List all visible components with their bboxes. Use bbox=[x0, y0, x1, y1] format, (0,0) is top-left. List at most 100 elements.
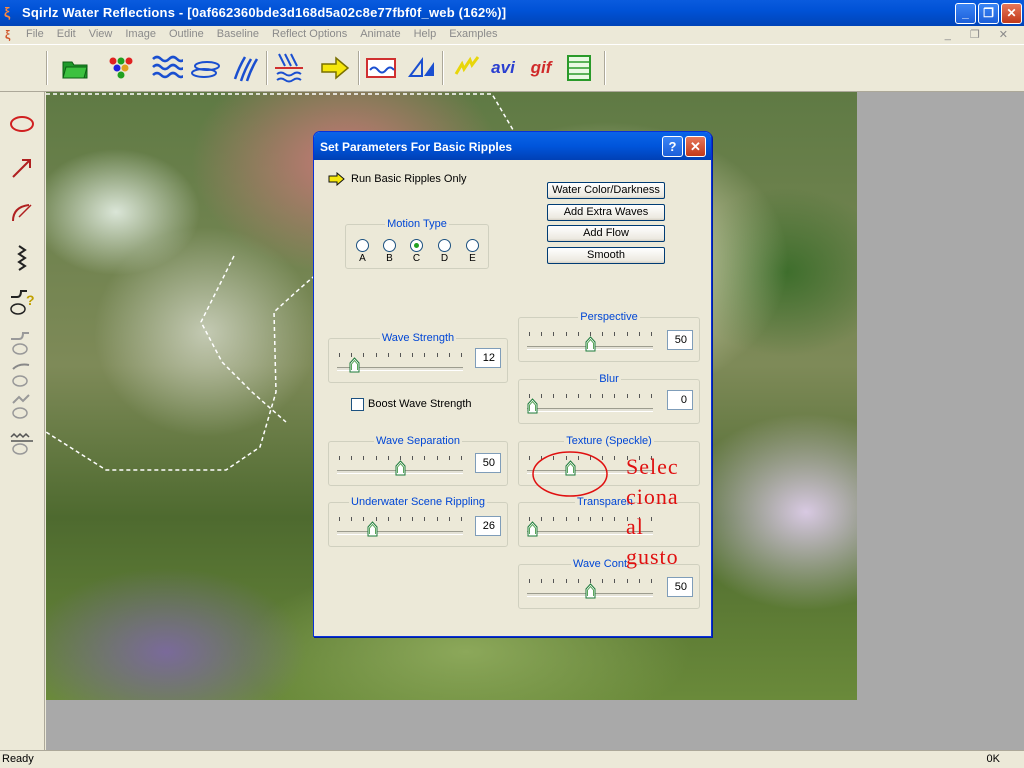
wave-strength-value[interactable]: 12 bbox=[475, 348, 501, 368]
perspective-group: Perspective 50 bbox=[518, 311, 700, 362]
perspective-value[interactable]: 50 bbox=[667, 330, 693, 350]
title-bar: ξ Sqirlz Water Reflections - [0af662360b… bbox=[0, 0, 1024, 26]
tool-7-icon[interactable] bbox=[6, 358, 38, 390]
motion-label-c: C bbox=[412, 253, 421, 264]
triangle-icon[interactable] bbox=[404, 51, 438, 85]
dialog-close-button[interactable]: ✕ bbox=[685, 136, 706, 157]
ellipse-tool-icon[interactable] bbox=[6, 108, 38, 140]
curve-tool-icon[interactable] bbox=[6, 196, 38, 228]
slider-tick bbox=[541, 394, 543, 398]
slider-tick bbox=[590, 394, 591, 398]
slider-tick bbox=[590, 517, 591, 521]
mdi-controls[interactable]: _ ❐ ✕ bbox=[945, 28, 1016, 41]
close-button[interactable]: ✕ bbox=[1001, 3, 1022, 24]
menu-edit[interactable]: Edit bbox=[57, 28, 76, 40]
slider-tick bbox=[529, 579, 530, 583]
wave-separation-label: Wave Separation bbox=[374, 435, 462, 447]
slider-tick bbox=[436, 353, 438, 357]
zigzag-tool-icon[interactable] bbox=[6, 242, 38, 274]
help-button[interactable]: ? bbox=[662, 136, 683, 157]
avi-icon[interactable]: avi bbox=[486, 51, 520, 85]
document-icon[interactable]: ξ bbox=[5, 28, 10, 42]
slider-tick bbox=[400, 353, 401, 357]
slider-tick bbox=[461, 456, 462, 460]
lines-icon[interactable] bbox=[228, 51, 262, 85]
slider-thumb[interactable] bbox=[527, 521, 538, 537]
slider-tick bbox=[553, 332, 555, 336]
motion-radio-a[interactable] bbox=[356, 239, 369, 252]
colors-icon[interactable] bbox=[104, 51, 138, 85]
add-flow-button[interactable]: Add Flow bbox=[547, 225, 665, 242]
underwater-rippling-value[interactable]: 26 bbox=[475, 516, 501, 536]
annotation-circle bbox=[532, 451, 608, 497]
toolbar-separator bbox=[604, 51, 606, 85]
motion-radio-c[interactable] bbox=[410, 239, 423, 252]
picture-icon[interactable] bbox=[364, 51, 398, 85]
menu-file[interactable]: File bbox=[26, 28, 44, 40]
menu-outline[interactable]: Outline bbox=[169, 28, 204, 40]
tool-8-icon[interactable] bbox=[6, 390, 38, 422]
boost-wave-strength-checkbox[interactable] bbox=[351, 398, 364, 411]
slider-tick bbox=[412, 353, 414, 357]
water-color-button[interactable]: Water Color/Darkness bbox=[547, 182, 665, 199]
toolbar-separator bbox=[442, 51, 444, 85]
slider-tick bbox=[351, 517, 353, 521]
restore-button[interactable]: ❐ bbox=[978, 3, 999, 24]
wave-separation-value[interactable]: 50 bbox=[475, 453, 501, 473]
slider-thumb[interactable] bbox=[395, 460, 406, 476]
slider-tick bbox=[461, 353, 462, 357]
slider-thumb[interactable] bbox=[367, 521, 378, 537]
slider-tick bbox=[651, 332, 652, 336]
menu-examples[interactable]: Examples bbox=[449, 28, 497, 40]
ripple-icon[interactable] bbox=[190, 51, 224, 85]
add-extra-waves-button[interactable]: Add Extra Waves bbox=[547, 204, 665, 221]
tool-9-icon[interactable] bbox=[6, 426, 38, 458]
slider-tick bbox=[339, 456, 340, 460]
arrow-icon[interactable] bbox=[318, 51, 352, 85]
texture-speckle-label: Texture (Speckle) bbox=[564, 435, 654, 447]
tool-palette: ? bbox=[0, 92, 45, 750]
menu-animate[interactable]: Animate bbox=[360, 28, 400, 40]
slider-thumb[interactable] bbox=[585, 336, 596, 352]
menu-image[interactable]: Image bbox=[125, 28, 156, 40]
menu-baseline[interactable]: Baseline bbox=[217, 28, 259, 40]
blur-value[interactable]: 0 bbox=[667, 390, 693, 410]
tool-6-icon[interactable] bbox=[6, 326, 38, 358]
motion-radio-d[interactable] bbox=[438, 239, 451, 252]
wave-cont-label: Wave Cont bbox=[571, 558, 630, 570]
menu-reflect-options[interactable]: Reflect Options bbox=[272, 28, 347, 40]
slider-track[interactable] bbox=[337, 531, 463, 535]
slider-tick bbox=[577, 332, 579, 336]
motion-type-label: Motion Type bbox=[385, 218, 449, 230]
slider-thumb[interactable] bbox=[585, 583, 596, 599]
open-folder-icon[interactable] bbox=[58, 51, 92, 85]
menu-view[interactable]: View bbox=[89, 28, 113, 40]
waves-icon[interactable] bbox=[150, 51, 184, 85]
wave-strength-group: Wave Strength 12 bbox=[328, 332, 508, 383]
status-bar: Ready 0K bbox=[0, 750, 1024, 768]
svg-text:?: ? bbox=[26, 292, 35, 308]
minimize-button[interactable]: _ bbox=[955, 3, 976, 24]
slider-tick bbox=[602, 394, 604, 398]
motion-radio-b[interactable] bbox=[383, 239, 396, 252]
motion-radio-e[interactable] bbox=[466, 239, 479, 252]
window-icon[interactable] bbox=[562, 51, 596, 85]
gif-icon[interactable]: gif bbox=[524, 51, 558, 85]
smooth-button[interactable]: Smooth bbox=[547, 247, 665, 264]
run-arrow-icon[interactable] bbox=[328, 171, 348, 187]
menu-help[interactable]: Help bbox=[414, 28, 437, 40]
lightning-icon[interactable] bbox=[450, 51, 484, 85]
toolbar-separator bbox=[266, 51, 268, 85]
run-basic-ripples-label[interactable]: Run Basic Ripples Only bbox=[351, 173, 467, 185]
wave-cont-value[interactable]: 50 bbox=[667, 577, 693, 597]
arrow-tool-icon[interactable] bbox=[6, 152, 38, 184]
slider-tick bbox=[651, 394, 652, 398]
slider-track[interactable] bbox=[527, 408, 653, 412]
underwater-rippling-group: Underwater Scene Rippling 26 bbox=[328, 496, 508, 547]
slider-thumb[interactable] bbox=[349, 357, 360, 373]
slider-thumb[interactable] bbox=[527, 398, 538, 414]
help-tool-icon[interactable]: ? bbox=[6, 286, 38, 318]
app-icon[interactable]: ξ bbox=[4, 4, 18, 22]
slider-tick bbox=[577, 517, 579, 521]
reflect-icon[interactable] bbox=[272, 51, 306, 85]
